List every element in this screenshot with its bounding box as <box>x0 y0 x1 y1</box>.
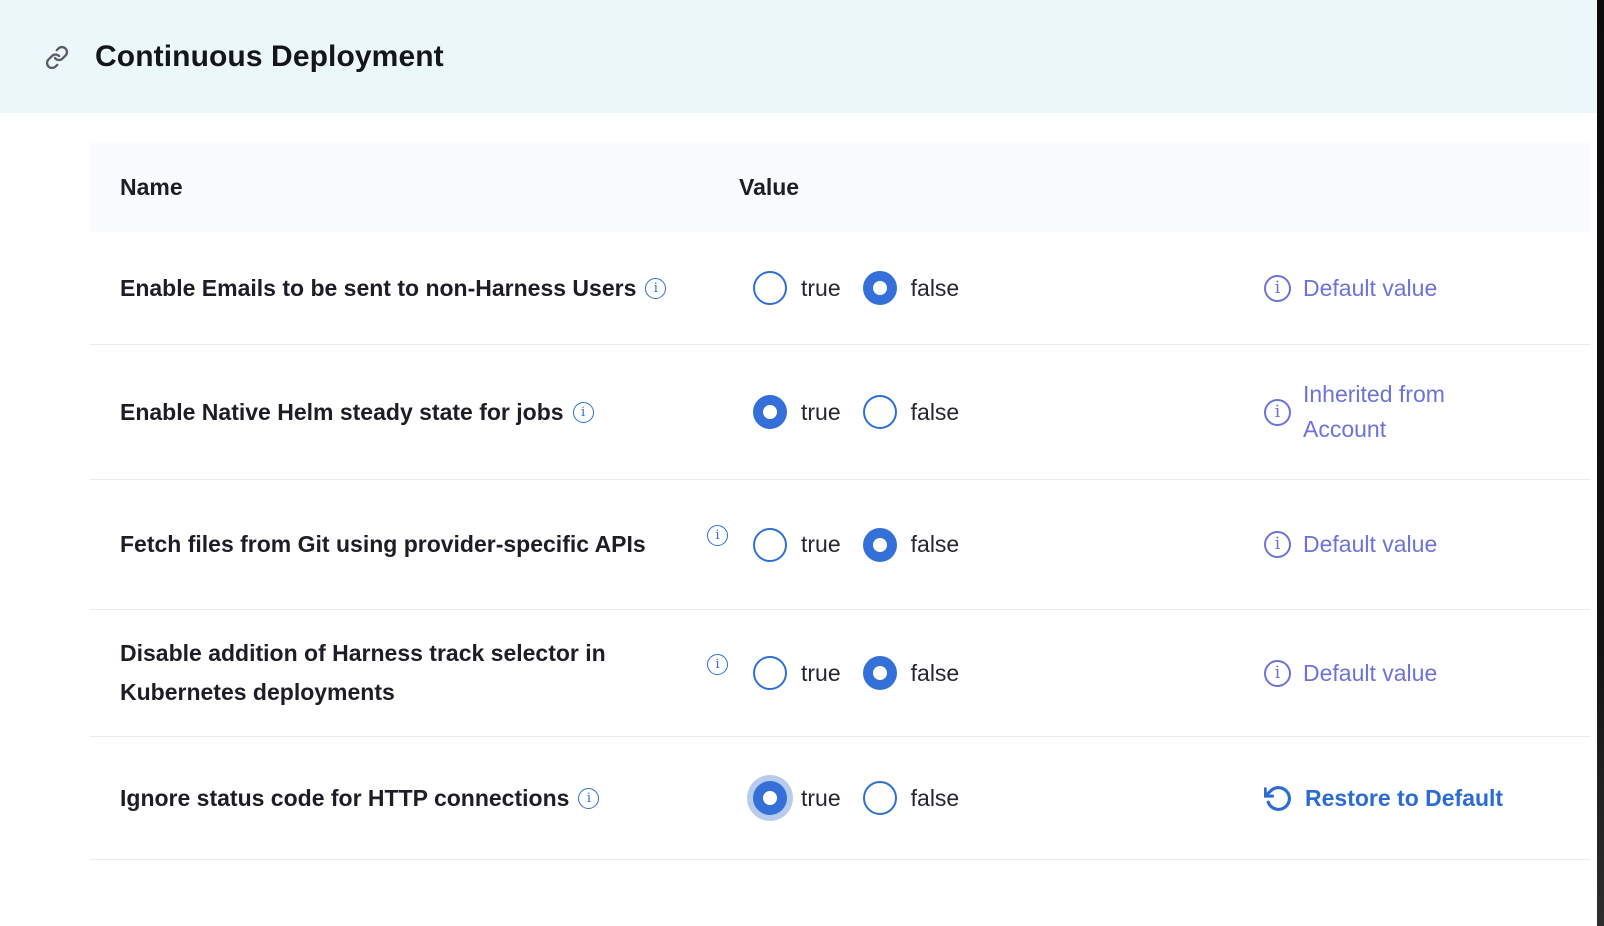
status-label: Default value <box>1303 271 1437 306</box>
radio-true-control <box>753 395 787 429</box>
table-row: Enable Native Helm steady state for jobs… <box>90 345 1590 480</box>
info-icon[interactable]: i <box>1264 399 1291 426</box>
radio-true-control <box>753 781 787 815</box>
radio-false-label: false <box>911 785 960 812</box>
table-row: Ignore status code for HTTP connections i… <box>90 737 1590 860</box>
radio-false-label: false <box>911 399 960 426</box>
radio-option-true[interactable]: true <box>753 781 841 815</box>
value-info-slot: i <box>700 278 753 299</box>
column-header-name: Name <box>90 174 700 201</box>
radio-option-false[interactable]: false <box>863 395 960 429</box>
radio-true-label: true <box>801 660 841 687</box>
radio-false-control <box>863 656 897 690</box>
info-icon[interactable]: i <box>707 525 728 546</box>
radio-true-label: true <box>801 275 841 302</box>
setting-name: Enable Native Helm steady state for jobs <box>120 399 564 425</box>
setting-name: Disable addition of Harness track select… <box>120 640 606 705</box>
table-body: Enable Emails to be sent to non-Harness … <box>90 232 1590 860</box>
radio-false-control <box>863 395 897 429</box>
value-info-slot: i <box>700 663 753 684</box>
status-label[interactable]: Restore to Default <box>1305 781 1503 816</box>
link-icon[interactable] <box>45 45 69 69</box>
radio-option-true[interactable]: true <box>753 395 841 429</box>
radio-false-control <box>863 528 897 562</box>
page: { "header": { "title": "Continuous Deplo… <box>0 0 1604 926</box>
radio-option-true[interactable]: true <box>753 528 841 562</box>
radio-option-true[interactable]: true <box>753 271 841 305</box>
info-icon[interactable]: i <box>645 278 666 299</box>
info-icon[interactable]: i <box>707 654 728 675</box>
setting-name-cell: Enable Emails to be sent to non-Harness … <box>90 269 700 308</box>
status-label: Default value <box>1303 656 1437 691</box>
radio-option-false[interactable]: false <box>863 781 960 815</box>
radio-true-label: true <box>801 785 841 812</box>
radio-option-false[interactable]: false <box>863 656 960 690</box>
radio-false-label: false <box>911 275 960 302</box>
radio-option-false[interactable]: false <box>863 271 960 305</box>
setting-value-cell: i true false <box>700 395 1234 429</box>
radio-false-label: false <box>911 660 960 687</box>
table-row: Fetch files from Git using provider-spec… <box>90 480 1590 610</box>
info-icon[interactable]: i <box>578 788 599 809</box>
setting-value-cell: i true false <box>700 528 1234 562</box>
radio-true-label: true <box>801 531 841 558</box>
info-icon[interactable]: i <box>1264 660 1291 687</box>
setting-name-cell: Fetch files from Git using provider-spec… <box>90 525 700 564</box>
radio-option-true[interactable]: true <box>753 656 841 690</box>
setting-name-cell: Ignore status code for HTTP connections i <box>90 779 700 818</box>
status-label: Default value <box>1303 527 1437 562</box>
value-info-slot: i <box>700 788 753 809</box>
column-header-value: Value <box>700 174 1234 201</box>
setting-name-cell: Enable Native Helm steady state for jobs… <box>90 393 700 432</box>
setting-value-cell: i true false <box>700 271 1234 305</box>
radio-true-control <box>753 528 787 562</box>
status-cell: i Default value <box>1234 271 1590 306</box>
info-icon[interactable]: i <box>573 402 594 423</box>
info-icon[interactable]: i <box>1264 275 1291 302</box>
setting-value-cell: i true false <box>700 781 1234 815</box>
settings-table: Name Value Enable Emails to be sent to n… <box>90 143 1590 860</box>
status-label: Inherited from Account <box>1303 377 1515 447</box>
radio-true-control <box>753 656 787 690</box>
status-cell: i Default value <box>1234 656 1590 691</box>
setting-name: Ignore status code for HTTP connections <box>120 785 569 811</box>
page-title: Continuous Deployment <box>95 40 444 74</box>
radio-false-control <box>863 781 897 815</box>
radio-true-control <box>753 271 787 305</box>
info-icon[interactable]: i <box>1264 531 1291 558</box>
page-edge <box>1597 0 1604 926</box>
header-band: Continuous Deployment <box>0 0 1604 113</box>
setting-value-cell: i true false <box>700 656 1234 690</box>
table-row: Disable addition of Harness track select… <box>90 610 1590 737</box>
radio-option-false[interactable]: false <box>863 528 960 562</box>
value-info-slot: i <box>700 402 753 423</box>
setting-name: Enable Emails to be sent to non-Harness … <box>120 275 636 301</box>
restore-icon[interactable] <box>1264 784 1293 813</box>
radio-false-label: false <box>911 531 960 558</box>
radio-false-control <box>863 271 897 305</box>
value-info-slot: i <box>700 534 753 555</box>
status-cell: i Default value <box>1234 527 1590 562</box>
table-row: Enable Emails to be sent to non-Harness … <box>90 232 1590 345</box>
setting-name: Fetch files from Git using provider-spec… <box>120 531 646 557</box>
status-cell: i Inherited from Account <box>1234 377 1590 447</box>
status-cell: Restore to Default <box>1234 781 1590 816</box>
setting-name-cell: Disable addition of Harness track select… <box>90 634 700 712</box>
radio-true-label: true <box>801 399 841 426</box>
table-header-row: Name Value <box>90 143 1590 232</box>
